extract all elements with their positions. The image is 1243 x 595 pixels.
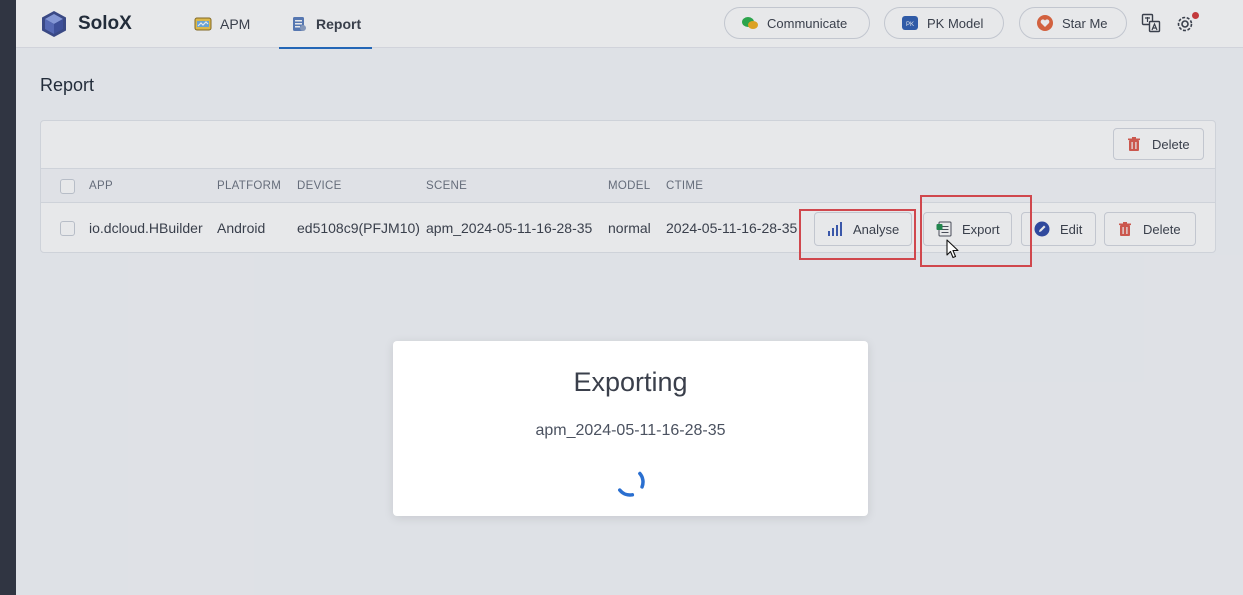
loading-spinner-icon: [615, 467, 645, 497]
dialog-subtitle: apm_2024-05-11-16-28-35: [535, 422, 726, 439]
exporting-dialog: Exporting apm_2024-05-11-16-28-35: [393, 341, 868, 516]
mouse-cursor-icon: [946, 239, 959, 259]
dialog-title: Exporting: [573, 367, 688, 397]
modal-backdrop: Exporting apm_2024-05-11-16-28-35: [0, 0, 1243, 595]
